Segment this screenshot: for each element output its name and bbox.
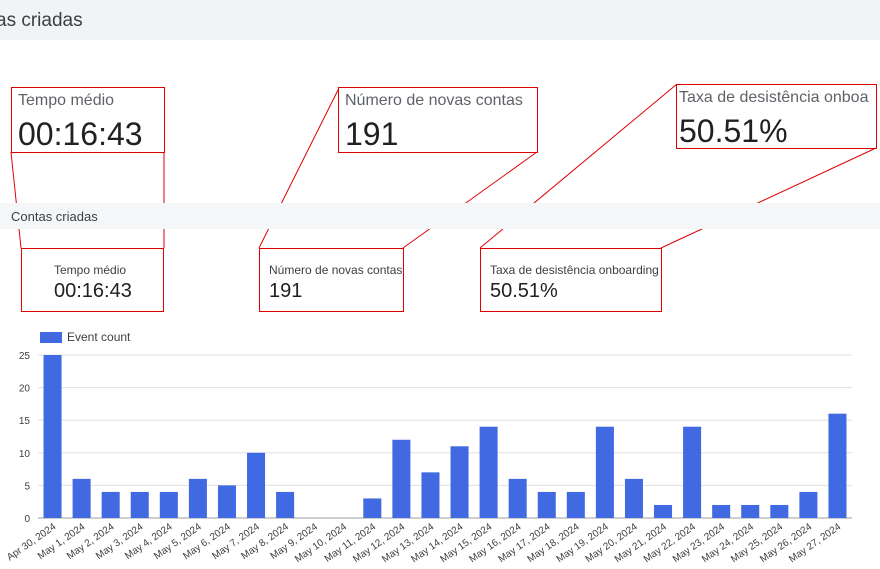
bar[interactable] — [566, 491, 585, 518]
bar[interactable] — [828, 413, 847, 518]
bar[interactable] — [130, 491, 149, 518]
bar[interactable] — [276, 491, 295, 518]
bar[interactable] — [770, 504, 789, 518]
bar[interactable] — [654, 504, 673, 518]
bar[interactable] — [392, 439, 411, 518]
event-count-bar-chart: 0510152025Apr 30, 2024May 1, 2024May 2, … — [5, 351, 852, 565]
bar[interactable] — [712, 504, 731, 518]
bar[interactable] — [43, 355, 62, 518]
y-tick-label: 5 — [24, 481, 30, 492]
bar[interactable] — [537, 491, 556, 518]
bar[interactable] — [188, 478, 207, 518]
bar[interactable] — [595, 426, 614, 518]
bar[interactable] — [421, 472, 440, 518]
bar[interactable] — [508, 478, 527, 518]
bar[interactable] — [101, 491, 120, 518]
bar[interactable] — [741, 504, 760, 518]
bar[interactable] — [683, 426, 702, 518]
bar[interactable] — [799, 491, 818, 518]
bar[interactable] — [624, 478, 643, 518]
bar[interactable] — [159, 491, 178, 518]
bar[interactable] — [217, 485, 236, 518]
y-tick-label: 20 — [19, 384, 31, 395]
bar[interactable] — [479, 426, 498, 518]
y-tick-label: 15 — [19, 416, 31, 427]
bar[interactable] — [72, 478, 91, 518]
y-tick-label: 25 — [19, 351, 31, 362]
bar[interactable] — [363, 498, 382, 518]
bar[interactable] — [247, 452, 266, 518]
bar[interactable] — [450, 446, 469, 518]
y-tick-label: 10 — [19, 449, 31, 460]
y-tick-label: 0 — [24, 514, 30, 525]
